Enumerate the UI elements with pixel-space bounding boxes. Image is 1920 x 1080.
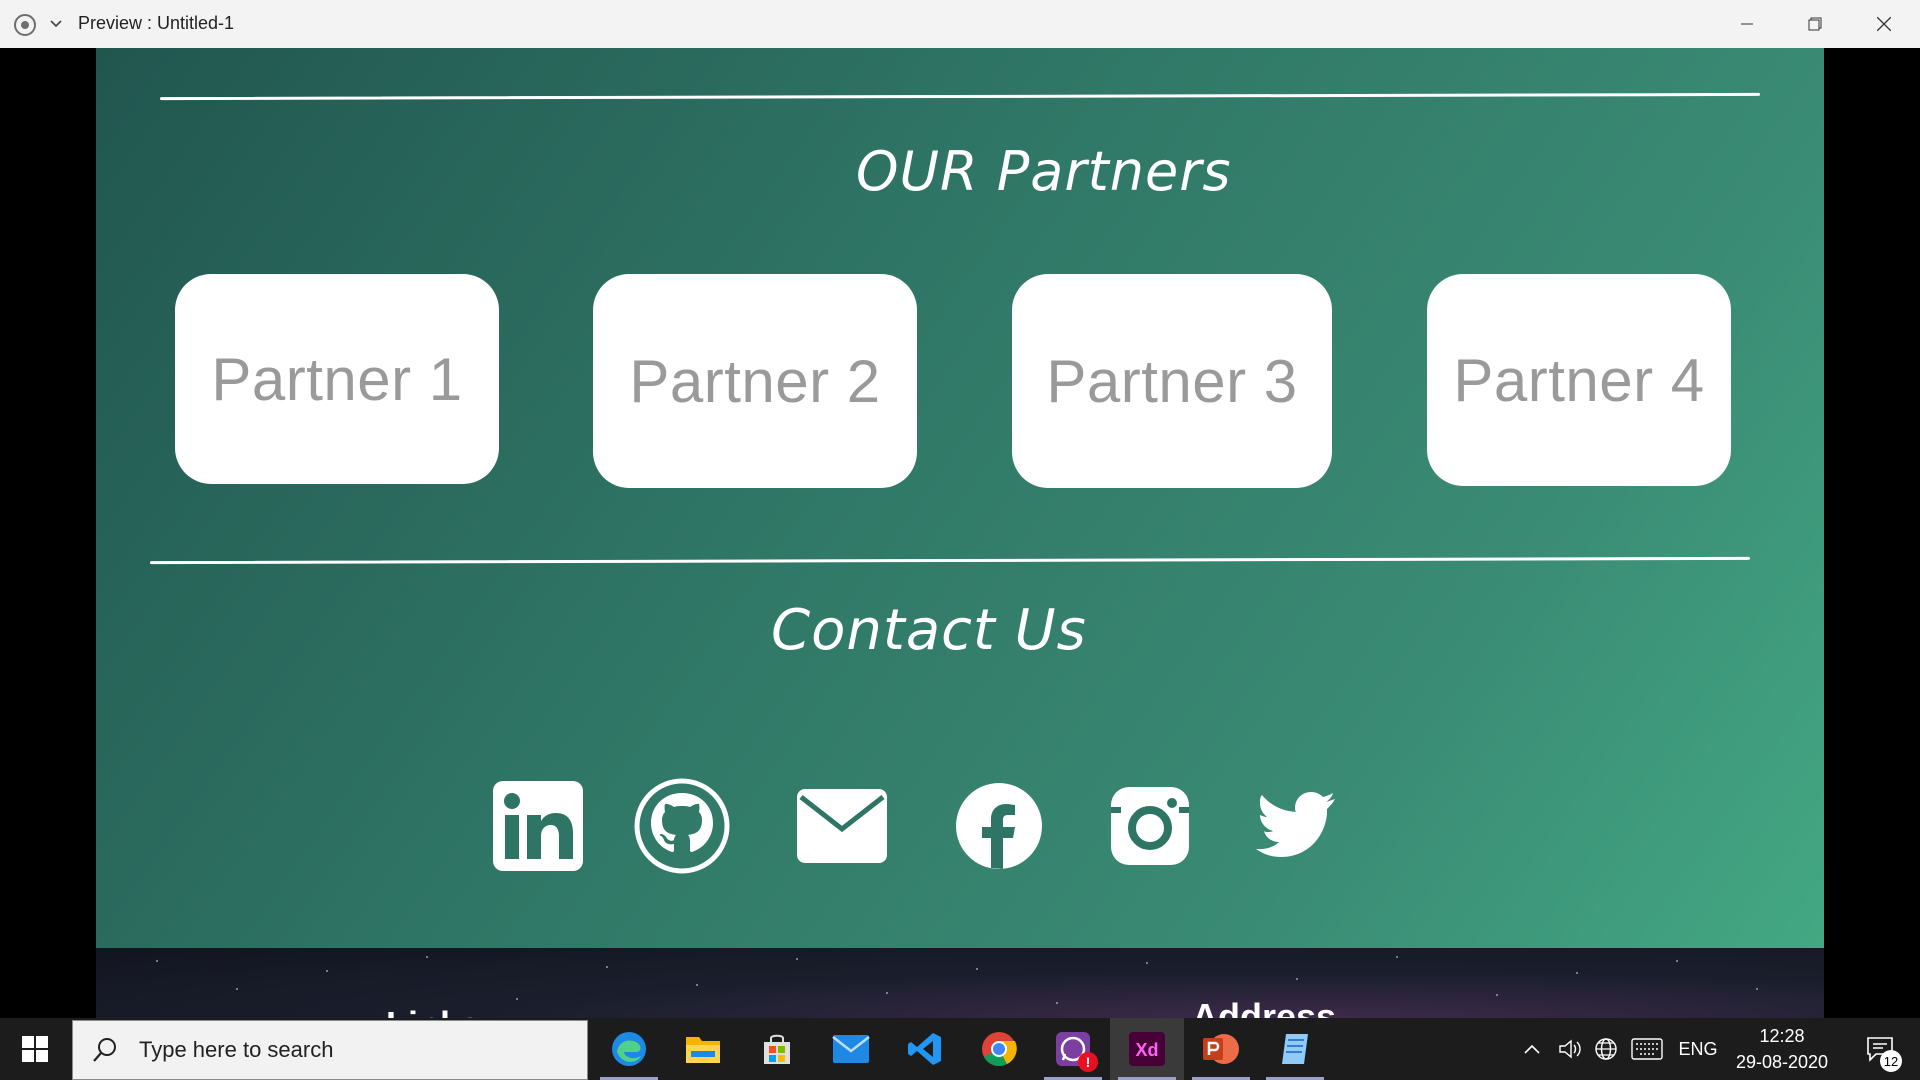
volume-icon — [1559, 1039, 1581, 1059]
taskbar-app-whatsapp[interactable]: ! — [1036, 1018, 1110, 1080]
clock[interactable]: 12:28 29-08-2020 — [1730, 1018, 1834, 1080]
action-center-button[interactable]: 12 — [1850, 1018, 1910, 1080]
restore-icon — [1808, 17, 1822, 31]
partner-card-2[interactable]: Partner 2 — [593, 274, 917, 488]
mail-app-icon — [832, 1035, 870, 1063]
taskbar-app-powerpoint[interactable] — [1184, 1018, 1258, 1080]
search-placeholder: Type here to search — [139, 1037, 334, 1062]
taskbar-app-adobe-xd[interactable]: Xd — [1110, 1018, 1184, 1080]
partners-heading: OUR Partners — [856, 140, 1232, 203]
window-title: Preview : Untitled-1 — [78, 13, 235, 33]
partner-label: Partner 3 — [1046, 347, 1298, 415]
github-icon — [634, 778, 730, 874]
file-explorer-icon — [686, 1037, 720, 1063]
notepad-icon — [1282, 1034, 1308, 1064]
partner-card-1[interactable]: Partner 1 — [175, 274, 499, 484]
taskbar: Type here to search ! Xd ENG 12:28 29-08… — [0, 1018, 1920, 1080]
footer-address-heading: Address — [1192, 996, 1337, 1018]
facebook-link[interactable] — [954, 776, 1044, 876]
partner-label: Partner 1 — [211, 345, 463, 413]
partner-card-3[interactable]: Partner 3 — [1012, 274, 1332, 488]
adobe-xd-icon: Xd — [1129, 1032, 1165, 1066]
clock-date: 29-08-2020 — [1735, 1052, 1829, 1072]
linkedin-icon — [493, 781, 583, 871]
minimize-icon — [1741, 23, 1753, 25]
twitter-icon — [1256, 792, 1335, 857]
notification-alert-badge: ! — [1078, 1052, 1098, 1072]
search-icon — [93, 1038, 116, 1062]
github-link[interactable] — [632, 776, 732, 876]
taskbar-app-file-explorer[interactable] — [666, 1018, 740, 1080]
taskbar-app-mail[interactable] — [814, 1018, 888, 1080]
chrome-icon — [982, 1032, 1017, 1066]
close-icon — [1876, 16, 1892, 32]
input-language-indicator[interactable]: ENG — [1672, 1018, 1724, 1080]
globe-icon — [1595, 1038, 1617, 1060]
keyboard-icon — [1631, 1038, 1663, 1060]
taskbar-app-edge[interactable] — [592, 1018, 666, 1080]
network-button[interactable] — [1588, 1018, 1624, 1080]
chevron-up-icon — [1524, 1044, 1540, 1054]
taskbar-app-chrome[interactable] — [962, 1018, 1036, 1080]
partners-contact-section: OUR Partners Partner 1 Partner 2 Partner… — [96, 48, 1824, 948]
powerpoint-icon — [1203, 1034, 1239, 1064]
minimize-button[interactable] — [1713, 0, 1781, 48]
xd-label: Xd — [1135, 1040, 1158, 1060]
chevron-down-icon[interactable] — [48, 16, 64, 32]
edge-icon — [612, 1032, 646, 1066]
windows-logo-icon — [22, 1036, 48, 1062]
taskbar-app-notepad[interactable] — [1258, 1018, 1332, 1080]
store-icon — [764, 1034, 790, 1064]
window-titlebar: Preview : Untitled-1 — [0, 0, 1920, 48]
partner-label: Partner 2 — [629, 347, 881, 415]
divider-line — [159, 92, 1761, 101]
restore-button[interactable] — [1781, 0, 1849, 48]
divider-line — [149, 556, 1751, 565]
notification-count-badge: 12 — [1880, 1050, 1902, 1072]
preview-canvas: OUR Partners Partner 1 Partner 2 Partner… — [0, 48, 1920, 1018]
record-icon[interactable] — [14, 14, 36, 36]
email-link[interactable] — [794, 776, 890, 876]
touch-keyboard-button[interactable] — [1626, 1018, 1668, 1080]
mail-icon — [797, 789, 887, 863]
facebook-icon — [956, 783, 1042, 869]
volume-button[interactable] — [1552, 1018, 1588, 1080]
taskbar-search-box[interactable]: Type here to search — [72, 1020, 588, 1080]
partner-label: Partner 4 — [1453, 346, 1705, 414]
taskbar-app-vscode[interactable] — [888, 1018, 962, 1080]
close-button[interactable] — [1850, 0, 1918, 48]
partner-card-4[interactable]: Partner 4 — [1427, 274, 1731, 486]
clock-time: 12:28 — [1759, 1026, 1805, 1046]
instagram-link[interactable] — [1108, 776, 1192, 876]
twitter-link[interactable] — [1254, 776, 1338, 876]
linkedin-link[interactable] — [490, 776, 586, 876]
footer-links-heading: Links — [386, 1004, 480, 1018]
contact-heading: Contact Us — [771, 598, 1087, 663]
start-button[interactable] — [0, 1018, 70, 1080]
instagram-icon — [1111, 787, 1189, 865]
show-hidden-icons-button[interactable] — [1512, 1018, 1552, 1080]
taskbar-app-store[interactable] — [740, 1018, 814, 1080]
footer-section: Links Address — [96, 948, 1824, 1018]
vscode-icon — [908, 1033, 941, 1065]
